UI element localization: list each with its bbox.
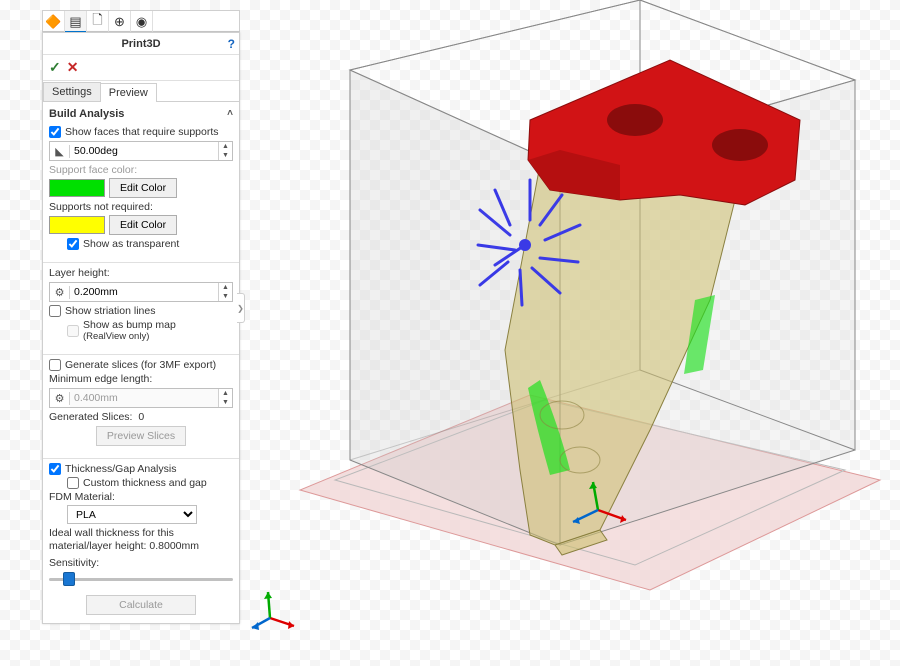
support-color-label: Support face color: [49, 164, 233, 176]
slices-section: Generate slices (for 3MF export) Minimum… [43, 346, 239, 450]
show-supports-checkbox[interactable] [49, 126, 61, 138]
view-triad[interactable] [250, 586, 300, 636]
angle-input[interactable] [70, 142, 218, 160]
panel-title: Print3D [121, 38, 160, 50]
generated-slices-row: Generated Slices: 0 [49, 411, 233, 423]
custom-thickness-label: Custom thickness and gap [83, 477, 207, 489]
build-analysis-section: Build Analysis ˄ Show faces that require… [43, 102, 239, 254]
layer-height-title: Layer height: [49, 267, 233, 279]
thickness-analysis-checkbox[interactable] [49, 463, 61, 475]
angle-input-group: ◣ ▲▼ [49, 141, 233, 161]
min-edge-label: Minimum edge length: [49, 373, 233, 385]
sensitivity-slider[interactable] [49, 569, 233, 589]
support-color-swatch[interactable] [49, 179, 105, 197]
bump-label: Show as bump map [83, 319, 176, 331]
material-label: FDM Material: [49, 491, 233, 503]
min-edge-stepper: ▲▼ [218, 389, 232, 407]
feature-manager-tabs: 🔶 ▤ 🗋 ⊕ ◉ [42, 10, 240, 32]
panel-title-bar: Print3D ? [43, 33, 239, 55]
angle-stepper[interactable]: ▲▼ [218, 142, 232, 160]
tab-icon-3[interactable]: 🗋 [87, 11, 109, 33]
thickness-section: Thickness/Gap Analysis Custom thickness … [43, 450, 239, 623]
edit-support-color-button[interactable]: Edit Color [109, 178, 177, 198]
sensitivity-label: Sensitivity: [49, 557, 233, 569]
striation-checkbox[interactable] [49, 305, 61, 317]
layer-height-input-group: ⚙ ▲▼ [49, 282, 233, 302]
layer-section: Layer height: ⚙ ▲▼ Show striation lines … [43, 254, 239, 346]
confirm-row: ✓ ✕ [43, 55, 239, 81]
bump-checkbox [67, 325, 79, 337]
tab-icon-2[interactable]: ▤ [65, 11, 87, 33]
min-edge-input-group: ⚙ ▲▼ [49, 388, 233, 408]
custom-thickness-checkbox[interactable] [67, 477, 79, 489]
cancel-button[interactable]: ✕ [67, 59, 79, 76]
material-select[interactable]: PLA [67, 505, 197, 524]
angle-icon: ◣ [50, 145, 70, 158]
subtabs: Settings Preview [43, 82, 239, 102]
3d-viewport[interactable] [240, 0, 900, 666]
layer-height-stepper[interactable]: ▲▼ [218, 283, 232, 301]
generate-slices-label: Generate slices (for 3MF export) [65, 359, 216, 371]
thickness-analysis-label: Thickness/Gap Analysis [65, 463, 176, 475]
layer-height-icon: ⚙ [50, 286, 70, 299]
preview-slices-button: Preview Slices [96, 426, 186, 446]
tab-icon-1[interactable]: 🔶 [43, 11, 65, 33]
help-icon[interactable]: ? [228, 37, 235, 51]
build-analysis-header[interactable]: Build Analysis ˄ [49, 106, 233, 124]
show-transparent-checkbox[interactable] [67, 238, 79, 250]
striation-label: Show striation lines [65, 305, 155, 317]
property-panel: Print3D ? ✓ ✕ Settings Preview Build Ana… [42, 32, 240, 624]
show-supports-label: Show faces that require supports [65, 126, 219, 138]
show-transparent-label: Show as transparent [83, 238, 179, 250]
no-support-color-swatch[interactable] [49, 216, 105, 234]
min-edge-icon: ⚙ [50, 392, 70, 405]
3d-scene [240, 0, 900, 666]
layer-height-input[interactable] [70, 283, 218, 301]
ideal-thickness-text: Ideal wall thickness for this material/l… [49, 527, 233, 553]
tab-preview[interactable]: Preview [100, 83, 157, 102]
tab-icon-5[interactable]: ◉ [131, 11, 153, 33]
chevron-up-icon: ˄ [227, 108, 233, 120]
tab-settings[interactable]: Settings [43, 82, 101, 101]
edit-nosupport-color-button[interactable]: Edit Color [109, 215, 177, 235]
min-edge-input [70, 389, 218, 407]
bump-sub-label: (RealView only) [83, 331, 176, 342]
tab-icon-4[interactable]: ⊕ [109, 11, 131, 33]
accept-button[interactable]: ✓ [49, 59, 61, 76]
generate-slices-checkbox[interactable] [49, 359, 61, 371]
no-support-label: Supports not required: [49, 201, 233, 213]
calculate-button: Calculate [86, 595, 196, 615]
